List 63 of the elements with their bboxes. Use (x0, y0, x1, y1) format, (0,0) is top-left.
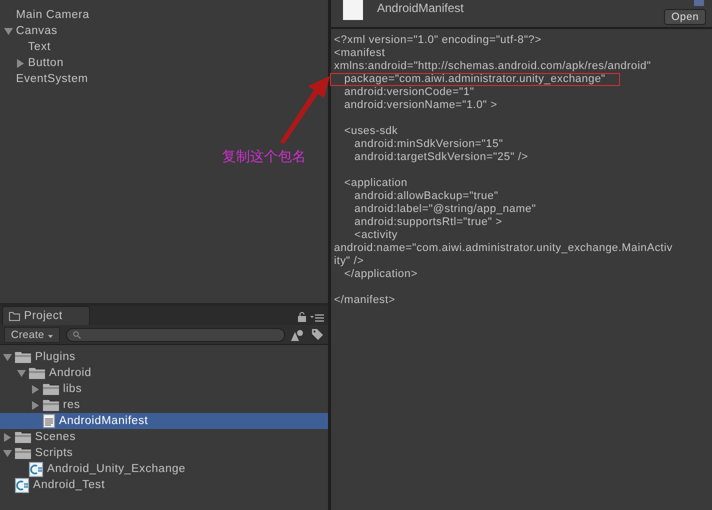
expanded-triangle-icon[interactable] (4, 26, 13, 36)
hierarchy-item[interactable]: Text (28, 41, 51, 53)
code-line: package="com.aiwi.administrator.unity_exchange" (343, 73, 606, 85)
document-thumbnail (343, 0, 363, 20)
folder-icon (15, 431, 31, 443)
caret-icon (48, 334, 53, 338)
code-line: <manifest (334, 47, 386, 59)
project-item[interactable]: Plugins (35, 351, 76, 363)
code-line: android:targetSdkVersion="25" /> (353, 151, 528, 163)
project-item[interactable]: Android_Unity_Exchange (47, 463, 186, 475)
hierarchy-item[interactable]: Main Camera (16, 9, 90, 21)
search-field[interactable] (66, 328, 285, 342)
folder-icon (15, 447, 31, 459)
project-item[interactable]: Scripts (35, 447, 73, 459)
project-item[interactable]: Android_Test (33, 479, 105, 491)
hierarchy-item[interactable]: Button (28, 57, 64, 69)
document-icon (43, 414, 55, 428)
folder-icon (29, 367, 45, 379)
annotation-note: 复制这个包名 (222, 148, 306, 166)
code-line: ity" /> (334, 255, 364, 267)
code-line: xmlns:android="http://schemas.android.com/apk/res/android" (334, 60, 652, 72)
project-item[interactable]: libs (63, 383, 82, 395)
code-line: <application (343, 177, 408, 189)
create-dropdown[interactable]: Create (4, 326, 60, 342)
project-item[interactable]: res (63, 399, 80, 411)
project-tab[interactable]: Project (2, 306, 90, 325)
project-item[interactable]: Scenes (35, 431, 76, 443)
inspector-title: AndroidManifest (377, 1, 464, 15)
csharp-script-icon (29, 462, 43, 476)
code-line: android:minSdkVersion="15" (353, 138, 504, 150)
menu-icon[interactable] (310, 314, 324, 322)
code-line: android:label="@string/app_name" (353, 203, 536, 215)
lock-icon[interactable] (298, 312, 306, 322)
collapsed-triangle-icon[interactable] (3, 432, 12, 442)
code-line: <uses-sdk (343, 125, 398, 137)
annotation-arrow (278, 76, 330, 144)
expanded-triangle-icon[interactable] (3, 352, 12, 362)
folder-icon (9, 312, 20, 320)
code-line: android:versionCode="1" (343, 86, 474, 98)
code-line: android:name="com.aiwi.administrator.unity_exchange.MainActiv (334, 242, 673, 254)
code-line: android:versionName="1.0" > (343, 99, 498, 111)
open-button[interactable]: Open (664, 9, 706, 25)
code-line: </application> (343, 268, 418, 280)
search-icon (72, 330, 81, 338)
project-item[interactable]: Android (49, 367, 92, 379)
csharp-script-icon (15, 478, 29, 492)
filter-by-type-icon[interactable] (291, 328, 305, 340)
hierarchy-item[interactable]: EventSystem (16, 73, 88, 85)
tag-icon[interactable] (311, 328, 324, 341)
code-line: <activity (353, 229, 398, 241)
collapsed-triangle-icon[interactable] (16, 58, 25, 68)
code-line: </manifest> (334, 294, 396, 306)
expanded-triangle-icon[interactable] (17, 368, 26, 378)
collapsed-triangle-icon[interactable] (31, 400, 40, 410)
folder-icon (15, 351, 31, 363)
folder-icon (43, 399, 59, 411)
code-line: android:allowBackup="true" (353, 190, 498, 202)
collapsed-triangle-icon[interactable] (31, 384, 40, 394)
code-line: android:supportsRtl="true" > (353, 216, 502, 228)
code-line: <?xml version="1.0" encoding="utf-8"?> (334, 34, 542, 46)
hierarchy-item[interactable]: Canvas (16, 25, 58, 37)
folder-icon (43, 383, 59, 395)
expanded-triangle-icon[interactable] (3, 448, 12, 458)
